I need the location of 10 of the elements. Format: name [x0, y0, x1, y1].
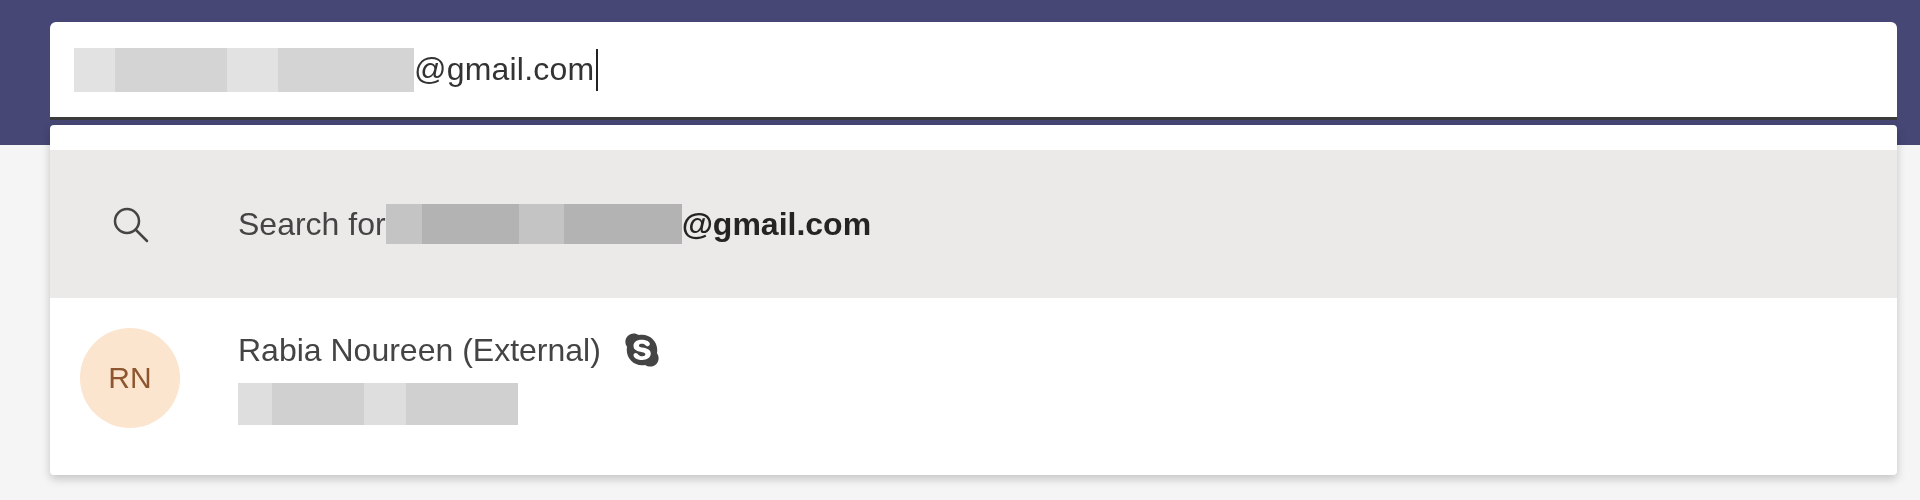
person-suggestion[interactable]: RN Rabia Noureen (External): [50, 298, 1897, 458]
search-label: Search for: [238, 205, 386, 243]
avatar: RN: [80, 328, 180, 428]
search-query: @gmail.com: [681, 205, 872, 243]
person-name: Rabia Noureen (External): [238, 331, 601, 369]
search-suggestion[interactable]: Search for @gmail.com: [50, 150, 1897, 298]
text-cursor: [596, 48, 599, 91]
search-field[interactable]: @gmail.com: [50, 22, 1897, 120]
search-value: @gmail.com: [414, 51, 595, 88]
skype-icon: [622, 331, 661, 369]
